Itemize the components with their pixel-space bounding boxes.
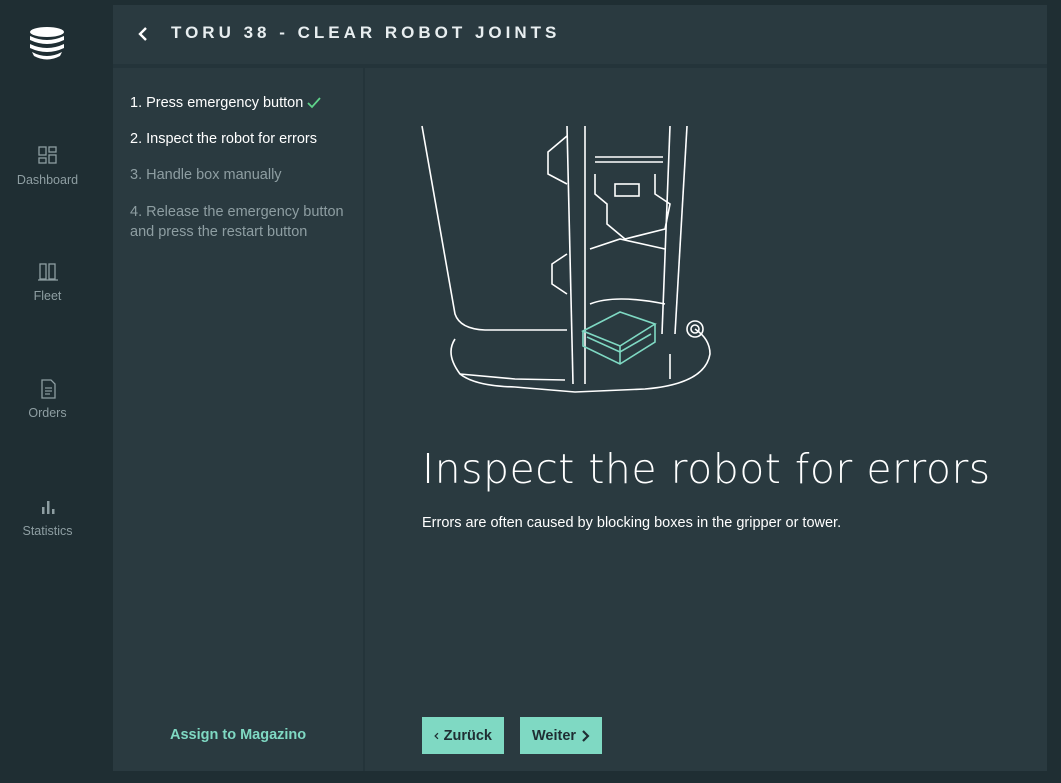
back-button[interactable]: Zurück [422, 717, 504, 754]
sidebar-item-label: Fleet [33, 289, 62, 303]
step-heading: Inspect the robot for errors [422, 445, 991, 493]
step-item: 4. Release the emergency button and pres… [130, 202, 362, 242]
sidebar-item-dashboard[interactable]: Dashboard [0, 145, 95, 187]
chevron-left-icon [434, 732, 439, 739]
step-label: 1. Press emergency button [130, 95, 304, 111]
step-description: Errors are often caused by blocking boxe… [422, 515, 842, 531]
chevron-right-icon [582, 729, 590, 742]
step-item: 2. Inspect the robot for errors [130, 129, 362, 149]
document-icon [40, 379, 56, 399]
sidebar-item-label: Orders [28, 406, 67, 420]
step-item: 3. Handle box manually [130, 165, 362, 185]
chevron-left-icon[interactable] [135, 24, 151, 44]
step-content: Inspect the robot for errors Errors are … [365, 68, 1047, 771]
step-label: 4. Release the emergency button and pres… [130, 204, 344, 240]
bar-chart-icon [41, 501, 54, 514]
next-button-label: Weiter [532, 727, 577, 744]
step-label: 2. Inspect the robot for errors [130, 131, 317, 147]
back-button-label: Zurück [443, 727, 492, 744]
steps-panel: 1. Press emergency button 2. Inspect the… [113, 68, 365, 771]
step-item: 1. Press emergency button [130, 93, 362, 113]
sidebar-item-statistics[interactable]: Statistics [0, 496, 95, 538]
dashboard-grid-icon [37, 146, 57, 164]
page-header: TORU 38 - CLEAR ROBOT JOINTS [113, 5, 1047, 68]
assign-to-magazino-link[interactable]: Assign to Magazino [170, 727, 306, 743]
sidebar-item-label: Dashboard [16, 173, 79, 187]
main-frame: TORU 38 - CLEAR ROBOT JOINTS 1. Press em… [113, 5, 1047, 771]
sidebar-item-orders[interactable]: Orders [0, 378, 95, 420]
sidebar-item-fleet[interactable]: Fleet [0, 261, 95, 303]
step-label: 3. Handle box manually [130, 167, 282, 183]
page-title: TORU 38 - CLEAR ROBOT JOINTS [171, 23, 561, 42]
next-button[interactable]: Weiter [520, 717, 602, 754]
sidebar: Dashboard Fleet Orders Statistics [0, 0, 95, 783]
checkmark-icon [307, 97, 321, 109]
magazino-logo-icon[interactable] [27, 26, 67, 62]
robot-line-drawing [421, 125, 711, 393]
sidebar-item-label: Statistics [22, 524, 73, 538]
fleet-icon [37, 263, 58, 281]
